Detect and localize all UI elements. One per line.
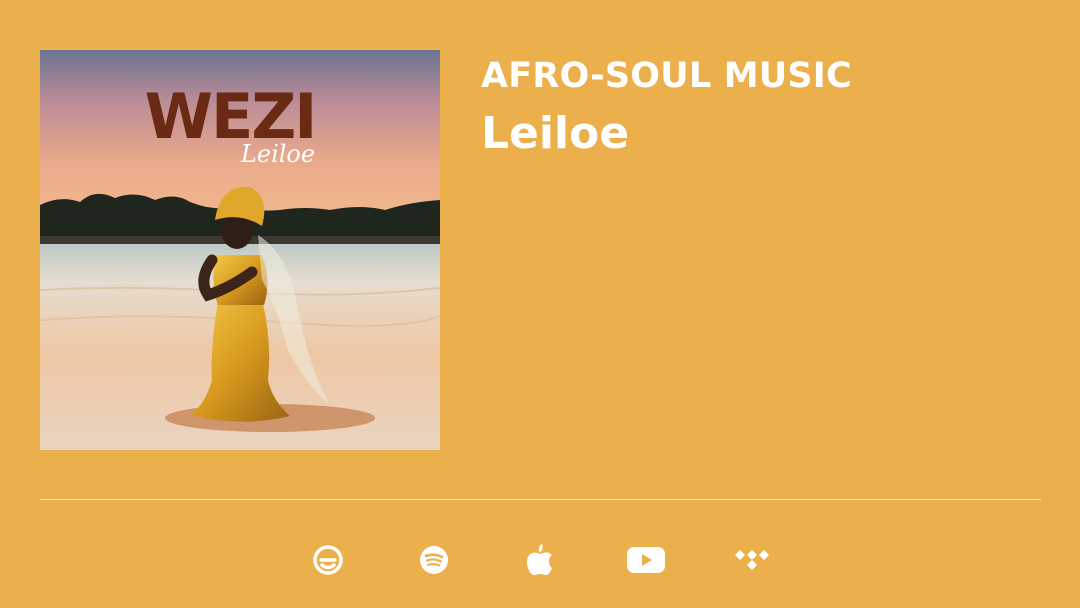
release-info: AFRO-SOUL MUSIC Leiloe: [481, 54, 852, 162]
platform-links: [0, 536, 1080, 584]
platform-link-emusic[interactable]: [304, 536, 352, 584]
platform-link-apple[interactable]: [516, 536, 564, 584]
album-cover: WEZI Leiloe: [40, 50, 440, 450]
platform-link-spotify[interactable]: [410, 536, 458, 584]
platform-link-tidal[interactable]: [728, 536, 776, 584]
spotify-icon: [420, 546, 448, 574]
divider: [40, 499, 1041, 500]
platform-link-youtube[interactable]: [622, 536, 670, 584]
e-music-icon: [313, 545, 343, 575]
cover-subtitle: Leiloe: [240, 140, 315, 168]
genre-label: AFRO-SOUL MUSIC: [481, 56, 852, 96]
artist-name: Leiloe: [481, 108, 630, 159]
tidal-icon: [735, 550, 769, 570]
youtube-icon: [627, 547, 665, 573]
apple-music-icon: [526, 544, 552, 576]
